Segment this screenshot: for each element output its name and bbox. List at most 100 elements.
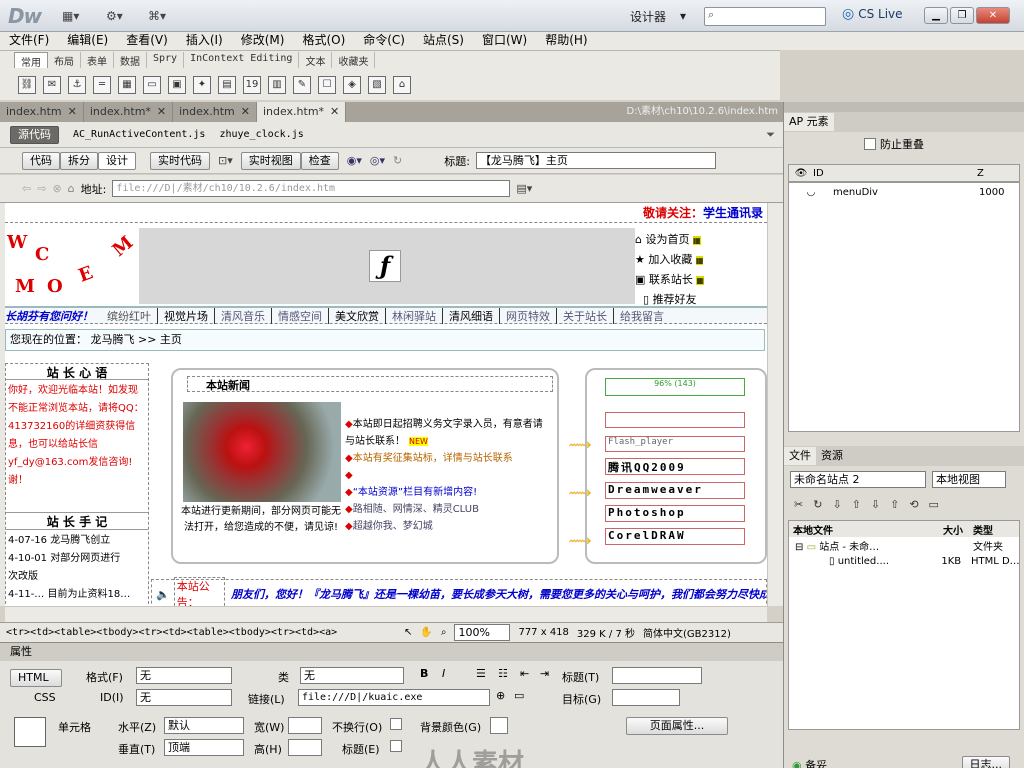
live-code-button[interactable]: 实时代码 xyxy=(150,151,210,170)
doc-tab-3[interactable]: index.htm ✕ xyxy=(173,102,257,122)
layout-menu-icon[interactable]: ▦▾ xyxy=(62,7,79,25)
connect-icon[interactable]: ✂ xyxy=(794,498,803,511)
related-file-1[interactable]: AC_RunActiveContent.js xyxy=(73,129,205,140)
home-icon[interactable]: ⌂ xyxy=(68,182,75,195)
header-checkbox[interactable] xyxy=(390,740,402,752)
news-item[interactable]: ◆“本站资源”栏目有新增内容! xyxy=(345,484,551,501)
unordered-list-icon[interactable]: ☰ xyxy=(476,667,486,680)
site-menu-icon[interactable]: ⌘▾ xyxy=(148,7,166,25)
workspace-switcher[interactable]: 设计器 ▾ xyxy=(580,6,690,26)
menu-edit[interactable]: 编辑(E) xyxy=(58,32,117,50)
contact-link[interactable]: ▣ 联系站长 ▦ xyxy=(635,270,725,290)
insert-tab-data[interactable]: 数据 xyxy=(114,52,147,68)
templates-icon[interactable]: ▧ xyxy=(368,76,386,94)
check-in-icon[interactable]: ⇧ xyxy=(890,498,899,511)
back-icon[interactable]: ⇦ xyxy=(22,182,31,195)
nav-link[interactable]: 缤纷红叶 xyxy=(101,307,158,324)
nav-link[interactable]: 关于站长 xyxy=(557,307,614,324)
table-row[interactable]: ⊟ ▭ 站点 - 未命… 文件夹 xyxy=(789,537,1019,553)
forward-icon[interactable]: ⇨ xyxy=(37,182,46,195)
html-mode-button[interactable]: HTML xyxy=(10,669,62,687)
insert-tab-spry[interactable]: Spry xyxy=(147,52,185,68)
menu-commands[interactable]: 命令(C) xyxy=(354,32,414,50)
menu-insert[interactable]: 插入(I) xyxy=(177,32,232,50)
zoom-tool-icon[interactable]: ⌕ xyxy=(441,627,447,638)
minimize-button[interactable]: ▁ xyxy=(924,7,948,24)
target-select[interactable] xyxy=(612,689,680,706)
browse-folder-icon[interactable]: ▭ xyxy=(514,689,524,702)
nav-link[interactable]: 给我留言 xyxy=(614,308,670,324)
put-files-icon[interactable]: ⇧ xyxy=(852,498,861,511)
log-button[interactable]: 日志... xyxy=(961,756,1010,768)
related-file-2[interactable]: zhuye_clock.js xyxy=(219,129,303,140)
tag-selector[interactable]: <tr><td><table><tbody><tr><td><table><tb… xyxy=(6,627,396,638)
images-icon[interactable]: ▣ xyxy=(168,76,186,94)
bg-color-swatch[interactable] xyxy=(490,717,508,734)
extend-dw-icon[interactable]: ⚙▾ xyxy=(106,7,123,25)
email-link-icon[interactable]: ✉ xyxy=(43,76,61,94)
news-item[interactable]: ◆超越你我、梦幻城 xyxy=(345,518,551,535)
script-icon[interactable]: ◈ xyxy=(343,76,361,94)
files-tab[interactable]: 文件 xyxy=(784,447,816,465)
news-item[interactable]: ◆本站即日起招聘义务文字录入员，有意者请与站长联系！ NEW xyxy=(345,416,551,450)
link-coreldraw[interactable]: CorelDRAW xyxy=(605,528,745,545)
search-input[interactable]: ⌕ xyxy=(704,7,826,26)
insert-tab-text[interactable]: 文本 xyxy=(299,52,333,68)
code-view-button[interactable]: 代码 xyxy=(22,151,60,170)
get-files-icon[interactable]: ⇩ xyxy=(832,498,841,511)
refresh-icon[interactable]: ↻ xyxy=(393,154,402,167)
insert-div-icon[interactable]: ▭ xyxy=(143,76,161,94)
link-dreamweaver[interactable]: Dreamweaver xyxy=(605,482,745,499)
outdent-icon[interactable]: ⇤ xyxy=(520,667,529,680)
browser-preview-icon[interactable]: ◉▾ xyxy=(347,154,362,167)
link-photoshop[interactable]: Photoshop xyxy=(605,505,745,522)
server-side-include-icon[interactable]: ▥ xyxy=(268,76,286,94)
link-field[interactable]: file:///D|/kuaic.exe xyxy=(298,689,490,706)
calendar-icon[interactable]: 19 xyxy=(243,76,261,94)
notice-link[interactable]: 学生通讯录 xyxy=(703,206,763,220)
view-options-icon[interactable]: ▤▾ xyxy=(516,182,532,195)
nav-link[interactable]: 情感空间 xyxy=(272,307,329,324)
sync-icon[interactable]: ⟲ xyxy=(909,498,918,511)
nav-link[interactable]: 视觉片场 xyxy=(158,307,215,324)
italic-button[interactable]: I xyxy=(442,667,445,680)
news-item[interactable]: ◆ xyxy=(345,467,551,484)
indent-icon[interactable]: ⇥ xyxy=(540,667,549,680)
visual-aids-icon[interactable]: ◎▾ xyxy=(370,154,385,167)
insert-tab-favorites[interactable]: 收藏夹 xyxy=(332,52,376,68)
tag-chooser-icon[interactable]: ⌂ xyxy=(393,76,411,94)
page-properties-button[interactable]: 页面属性... xyxy=(626,717,728,735)
inspect-button[interactable]: 检查 xyxy=(300,151,339,170)
insert-tab-layout[interactable]: 布局 xyxy=(48,52,81,68)
menu-modify[interactable]: 修改(M) xyxy=(232,32,294,50)
format-select[interactable]: 无 xyxy=(136,667,232,684)
table-icon[interactable]: ▦ xyxy=(118,76,136,94)
named-anchor-icon[interactable]: ⚓ xyxy=(68,76,86,94)
close-button[interactable]: ✕ xyxy=(976,7,1010,24)
cs-live-button[interactable]: ◎ CS Live xyxy=(842,6,903,22)
close-icon[interactable]: ✕ xyxy=(241,102,250,122)
ordered-list-icon[interactable]: ☷ xyxy=(498,667,508,680)
hyperlink-icon[interactable]: ⛓ xyxy=(18,76,36,94)
design-view-button[interactable]: 设计 xyxy=(98,151,136,170)
nav-link[interactable]: 美文欣赏 xyxy=(329,307,386,324)
eye-icon[interactable]: ◡ xyxy=(789,187,833,198)
menu-file[interactable]: 文件(F) xyxy=(0,32,58,50)
nav-link[interactable]: 林闲驿站 xyxy=(386,307,443,324)
site-select[interactable]: 未命名站点 2 xyxy=(790,470,926,488)
nav-link[interactable]: 清风音乐 xyxy=(215,307,272,324)
hand-tool-icon[interactable]: ✋ xyxy=(420,627,432,638)
menu-format[interactable]: 格式(O) xyxy=(293,32,354,50)
title-prop-field[interactable] xyxy=(612,667,702,684)
check-out-icon[interactable]: ⇩ xyxy=(871,498,880,511)
table-row[interactable]: ◡ menuDiv 1000 xyxy=(789,183,1019,201)
link-qq[interactable]: 腾讯QQ2009 xyxy=(605,458,745,475)
nav-link[interactable]: 网页特效 xyxy=(500,307,557,324)
inspect-icon[interactable]: ⊡▾ xyxy=(218,154,233,167)
doc-tab-4[interactable]: index.htm* ✕ xyxy=(256,102,347,122)
address-field[interactable]: file:///D|/素材/ch10/10.2.6/index.htm xyxy=(112,180,511,197)
media-icon[interactable]: ✦ xyxy=(193,76,211,94)
design-canvas[interactable]: 敬请关注：学生通讯录 W C O E M M ƒ ⌂ 设为首页 ▦ ★ 加入收藏… xyxy=(0,203,767,606)
menu-help[interactable]: 帮助(H) xyxy=(536,32,596,50)
add-favorites-link[interactable]: ★ 加入收藏 ▦ xyxy=(635,250,725,270)
